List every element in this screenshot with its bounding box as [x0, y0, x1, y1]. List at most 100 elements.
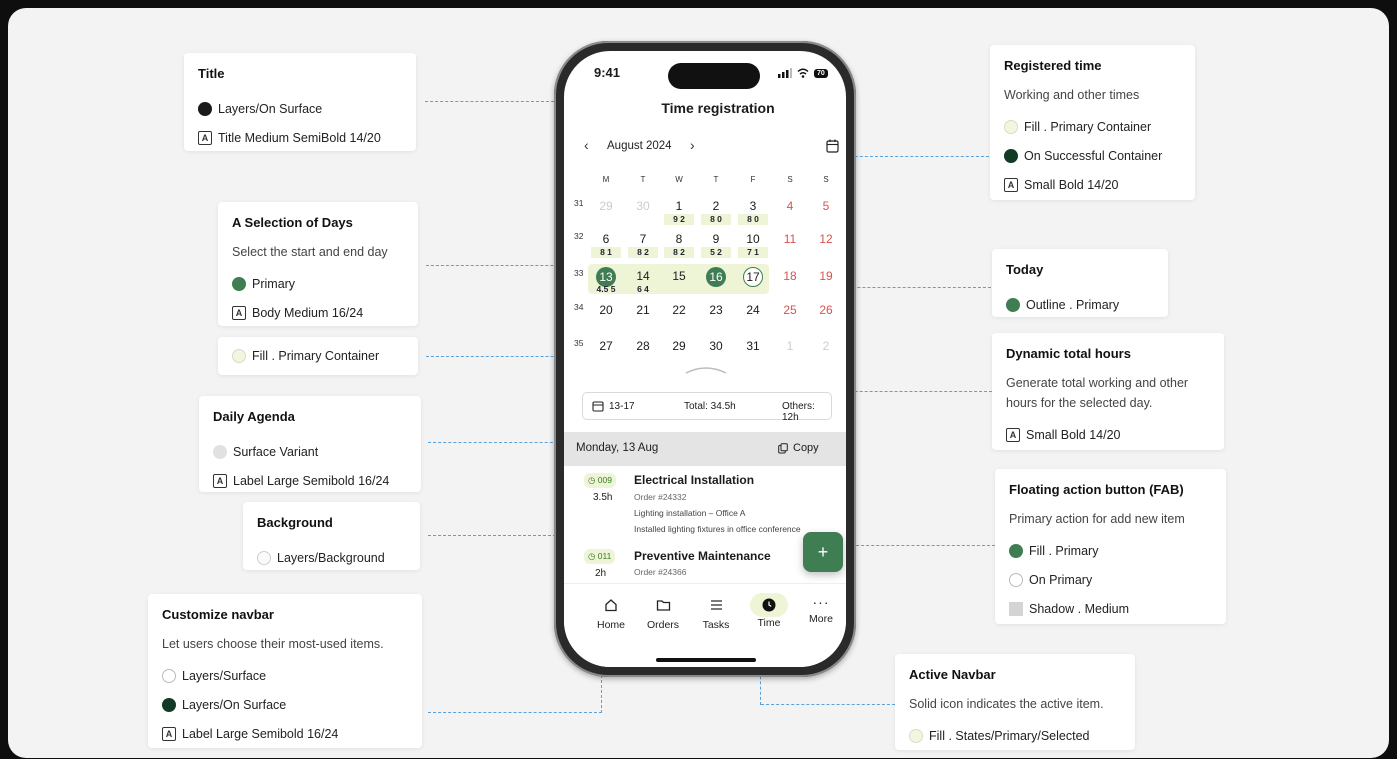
agenda-item[interactable]: ◷ 009 3.5h Electrical Installation Order… [564, 470, 846, 540]
next-month-button[interactable]: › [690, 137, 695, 153]
nav-label: More [809, 613, 833, 625]
calendar-day[interactable]: 29 [591, 197, 621, 215]
color-token-label: Outline . Primary [1026, 297, 1120, 312]
color-token-label: Fill . Primary Container [252, 348, 380, 363]
annotation-description: Generate total working and other [1006, 376, 1189, 390]
today-day[interactable]: 17 [743, 267, 763, 287]
calendar-day[interactable]: 1 [775, 337, 805, 355]
folder-icon [656, 600, 670, 611]
color-swatch-primary [232, 276, 246, 291]
calendar-day[interactable]: 19 [811, 267, 841, 285]
more-icon: ··· [812, 594, 830, 610]
wifi-icon [797, 68, 809, 78]
calendar-day[interactable]: 11 [775, 230, 805, 248]
registered-hours: 6 4 [637, 284, 649, 294]
status-icons: 70 [778, 68, 828, 78]
dynamic-island [668, 63, 760, 89]
calendar-day[interactable]: 30 [628, 197, 658, 215]
shadow-swatch [1009, 601, 1023, 616]
annotation-heading: Today [1006, 262, 1044, 277]
task-detail: Lighting installation – Office A [634, 508, 746, 518]
annotation-title: Title Layers/On Surface A Title Medium Se… [184, 53, 416, 151]
color-swatch-primary-selected [909, 728, 923, 743]
annotation-description: Solid icon indicates the active item. [909, 697, 1104, 711]
calendar-day[interactable]: 1 [664, 197, 694, 215]
weekday-label: M [602, 175, 610, 184]
calendar-day[interactable]: 25 [775, 301, 805, 319]
calendar-day[interactable]: 6 [591, 230, 621, 248]
annotation-selection-of-days: A Selection of Days Select the start and… [218, 202, 418, 326]
calendar-day[interactable]: 9 [701, 230, 731, 248]
annotation-heading: Dynamic total hours [1006, 346, 1131, 361]
week-number: 31 [574, 198, 584, 208]
annotation-active-navbar: Active Navbar Solid icon indicates the a… [895, 654, 1135, 750]
annotation-heading: Title [198, 66, 225, 81]
annotation-background: Background Layers/Background [243, 502, 420, 570]
nav-item-orders[interactable]: Orders [638, 584, 688, 631]
nav-item-home[interactable]: Home [586, 584, 636, 631]
calendar-day[interactable]: 21 [628, 301, 658, 319]
annotation-heading: Customize navbar [162, 607, 274, 622]
weekday-label: T [713, 175, 719, 184]
calendar-icon[interactable] [826, 139, 839, 158]
color-swatch-success-container [1004, 148, 1018, 163]
color-token-label: Layers/Surface [182, 668, 267, 683]
week-number: 35 [574, 338, 584, 348]
color-swatch-surface [162, 668, 176, 683]
task-title: Electrical Installation [634, 473, 755, 487]
registered-hours: 9 2 [664, 214, 694, 225]
selected-day[interactable]: 16 [706, 267, 726, 287]
color-swatch-primary-container [1004, 119, 1018, 134]
calendar-day[interactable]: 31 [738, 337, 768, 355]
nav-item-more[interactable]: ··· More [796, 584, 846, 625]
calendar-day[interactable]: 29 [664, 337, 694, 355]
month-label: August 2024 [607, 140, 672, 152]
registered-hours: 8 0 [738, 214, 768, 225]
calendar-day[interactable]: 14 [628, 267, 658, 285]
calendar-day[interactable]: 8 [664, 230, 694, 248]
calendar-day[interactable]: 28 [628, 337, 658, 355]
annotation-description: Select the start and end day [232, 245, 388, 259]
calendar-day[interactable]: 22 [664, 301, 694, 319]
color-token-label: Fill . Primary Container [1024, 119, 1152, 134]
prev-month-button[interactable]: ‹ [584, 137, 589, 153]
clock-icon [762, 598, 776, 612]
calendar-day[interactable]: 2 [701, 197, 731, 215]
calendar-day[interactable]: 30 [701, 337, 731, 355]
calendar-day[interactable]: 26 [811, 301, 841, 319]
calendar-day[interactable]: 4 [775, 197, 805, 215]
annotation-heading: Background [257, 515, 333, 530]
calendar-day[interactable]: 5 [811, 197, 841, 215]
calendar-day[interactable]: 2 [811, 337, 841, 355]
drag-handle-icon[interactable] [684, 365, 728, 375]
color-swatch-on-surface [162, 697, 176, 712]
calendar-day[interactable]: 23 [701, 301, 731, 319]
calendar-day[interactable]: 24 [738, 301, 768, 319]
calendar-day[interactable]: 12 [811, 230, 841, 248]
registered-hours: 4.5 5 [596, 284, 616, 294]
calendar-day[interactable]: 18 [775, 267, 805, 285]
calendar-day[interactable]: 3 [738, 197, 768, 215]
agenda-date: Monday, 13 Aug [576, 442, 659, 454]
annotation-description: Primary action for add new item [1009, 512, 1185, 526]
add-item-fab[interactable]: + [803, 532, 843, 572]
copy-button[interactable]: Copy [778, 442, 819, 454]
nav-item-tasks[interactable]: Tasks [691, 584, 741, 631]
annotation-fill-primary-container: Fill . Primary Container [218, 337, 418, 375]
color-swatch-on-primary [1009, 572, 1023, 587]
calendar-day[interactable]: 20 [591, 301, 621, 319]
shadow-token-label: Shadow . Medium [1029, 601, 1130, 616]
calendar-day[interactable]: 10 [738, 230, 768, 248]
calendar-day[interactable]: 7 [628, 230, 658, 248]
connector-navbar [428, 712, 602, 713]
calendar-day[interactable]: 15 [664, 267, 694, 285]
agenda-header: Monday, 13 Aug Copy [564, 432, 846, 466]
task-code-badge: ◷ 011 [584, 549, 616, 564]
summary-others: Others: 12h [782, 401, 815, 423]
calendar-day[interactable]: 27 [591, 337, 621, 355]
home-indicator [656, 658, 756, 662]
color-token-label: Layers/On Surface [182, 697, 287, 712]
annotation-description: Working and other times [1004, 88, 1140, 102]
annotation-description: hours for the selected day. [1006, 396, 1153, 410]
nav-item-time[interactable]: Time [744, 584, 794, 629]
